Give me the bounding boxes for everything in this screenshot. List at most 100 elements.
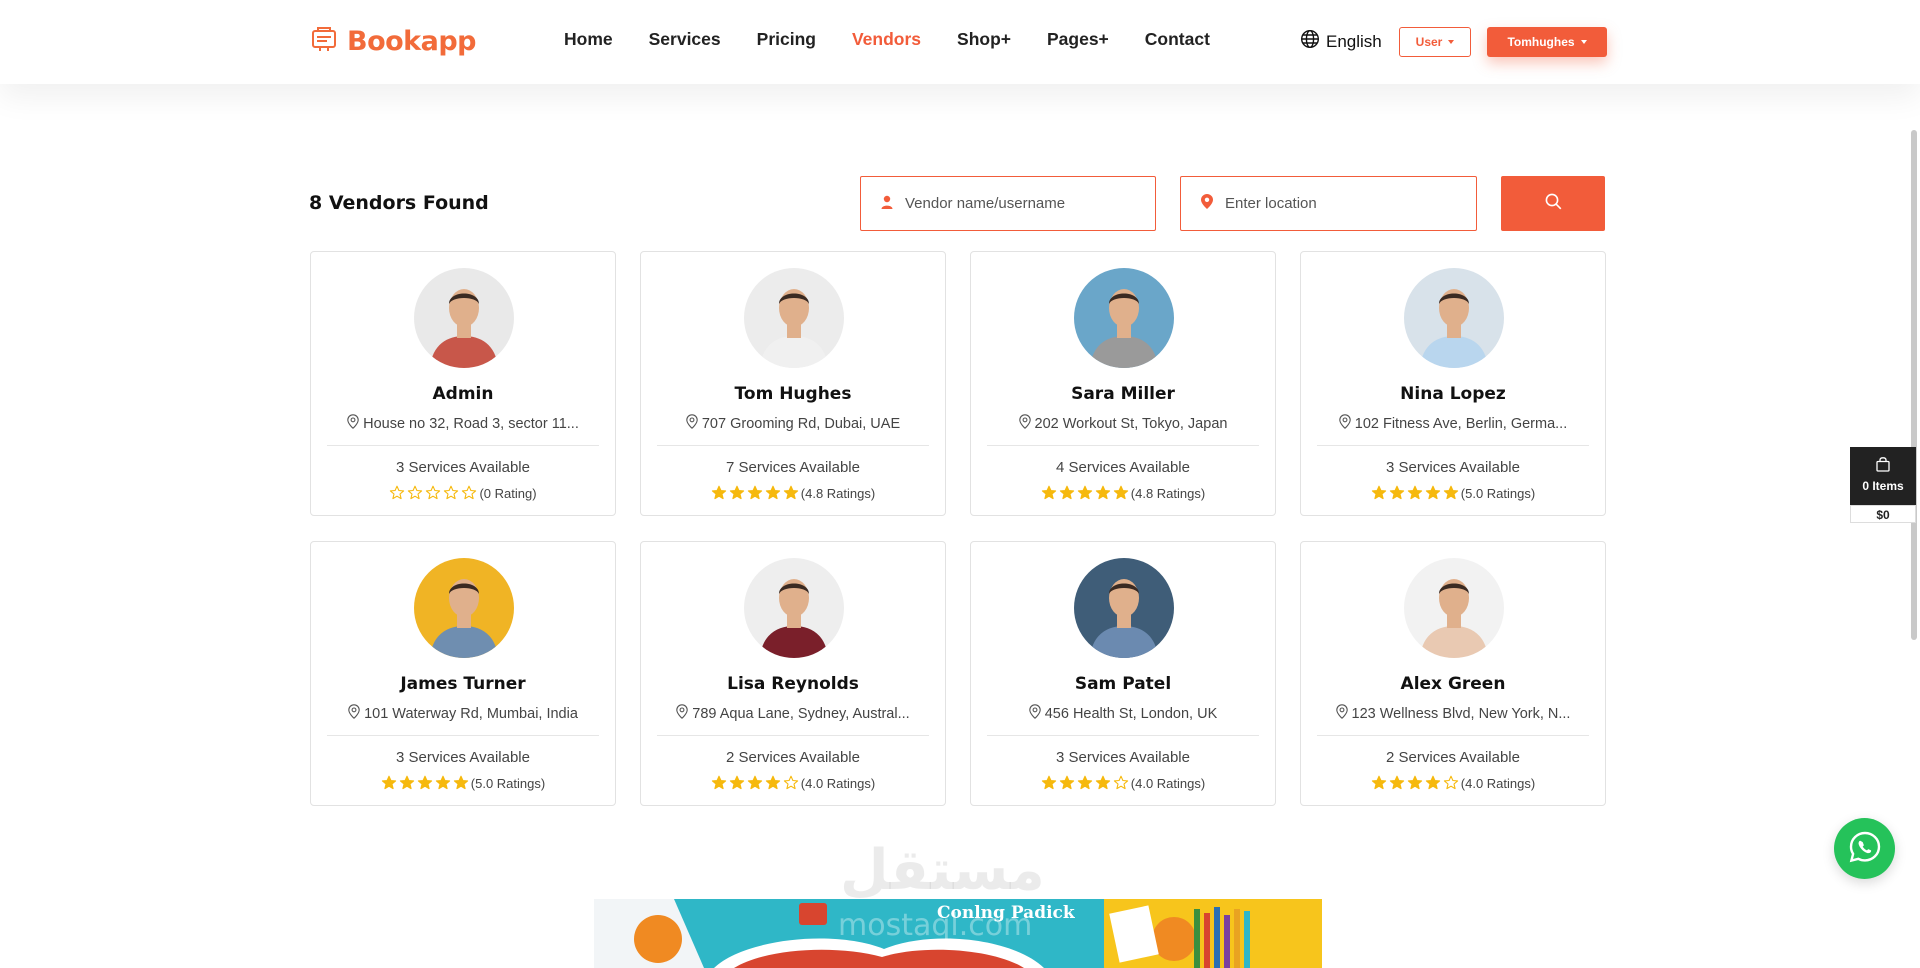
vendor-rating: (5.0 Ratings) (311, 775, 615, 791)
caret-down-icon (1448, 40, 1455, 44)
vendor-card[interactable]: Sam Patel 456 Health St, London, UK 3 Serv… (970, 541, 1276, 806)
map-pin-icon (1028, 704, 1041, 723)
vendor-rating-label: (4.0 Ratings) (1130, 775, 1206, 791)
star-filled-icon (711, 485, 727, 501)
site-header: Bookapp Home Services Pricing Vendors Sh… (0, 0, 1920, 84)
location-input[interactable] (1225, 195, 1445, 212)
vendor-name[interactable]: Admin (311, 384, 615, 404)
map-pin-icon (348, 704, 360, 723)
star-filled-icon (1371, 775, 1387, 791)
star-filled-icon (1059, 485, 1075, 501)
map-pin-icon (676, 704, 689, 723)
vendor-rating-label: (4.0 Ratings) (1460, 775, 1536, 791)
vendor-name[interactable]: Alex Green (1301, 674, 1605, 694)
vendor-card[interactable]: Nina Lopez 102 Fitness Ave, Berlin, Germa… (1300, 251, 1606, 516)
nav-pricing[interactable]: Pricing (757, 29, 816, 50)
vendor-name[interactable]: Nina Lopez (1301, 384, 1605, 404)
vendor-name[interactable]: Tom Hughes (641, 384, 945, 404)
vendor-address: 202 Workout St, Tokyo, Japan (991, 414, 1255, 433)
vendor-address-text: 123 Wellness Blvd, New York, N... (1351, 705, 1571, 722)
search-icon (1545, 193, 1562, 214)
vendor-address: 101 Waterway Rd, Mumbai, India (331, 704, 595, 723)
vendor-name[interactable]: Lisa Reynolds (641, 674, 945, 694)
main-nav: Home Services Pricing Vendors Shop+ Page… (564, 29, 1210, 50)
star-filled-icon (1041, 775, 1057, 791)
brand-logo[interactable]: Bookapp (309, 24, 477, 58)
vendor-address-text: 707 Grooming Rd, Dubai, UAE (701, 415, 901, 432)
vendor-services-count: 4 Services Available (1056, 459, 1190, 476)
vendor-name[interactable]: Sam Patel (971, 674, 1275, 694)
vendor-card[interactable]: Admin House no 32, Road 3, sector 11... 3 … (310, 251, 616, 516)
vendor-card[interactable]: Tom Hughes 707 Grooming Rd, Dubai, UAE 7 S… (640, 251, 946, 516)
star-filled-icon (783, 485, 799, 501)
whatsapp-chat-button[interactable] (1834, 818, 1895, 879)
nav-shop[interactable]: Shop+ (957, 29, 1011, 50)
vendor-avatar[interactable] (744, 268, 844, 368)
vendor-card[interactable]: Lisa Reynolds 789 Aqua Lane, Sydney, Aust… (640, 541, 946, 806)
star-filled-icon (765, 485, 781, 501)
caret-down-icon (1580, 40, 1587, 44)
vendor-avatar[interactable] (744, 558, 844, 658)
vendor-avatar[interactable] (414, 558, 514, 658)
search-button[interactable] (1501, 176, 1605, 231)
vendor-avatar[interactable] (1404, 558, 1504, 658)
vendor-card[interactable]: Sara Miller 202 Workout St, Tokyo, Japan 4… (970, 251, 1276, 516)
star-outline-icon (1113, 775, 1129, 791)
vendor-grid: Admin House no 32, Road 3, sector 11... 3 … (310, 251, 1606, 806)
vendor-avatar[interactable] (1074, 558, 1174, 658)
vendor-card[interactable]: Alex Green 123 Wellness Blvd, New York, N… (1300, 541, 1606, 806)
star-filled-icon (435, 775, 451, 791)
star-filled-icon (1407, 485, 1423, 501)
card-divider (1317, 735, 1589, 736)
language-selector[interactable]: English (1300, 29, 1382, 54)
cart-total: $0 (1850, 505, 1916, 523)
star-filled-icon (711, 775, 727, 791)
star-filled-icon (1095, 485, 1111, 501)
nav-contact[interactable]: Contact (1145, 29, 1210, 50)
results-count: 8 Vendors Found (309, 192, 489, 214)
star-filled-icon (399, 775, 415, 791)
user-dropdown-button[interactable]: User (1399, 27, 1471, 57)
vendor-name[interactable]: James Turner (311, 674, 615, 694)
nav-services[interactable]: Services (649, 29, 721, 50)
vendor-avatar[interactable] (1074, 268, 1174, 368)
vendor-rating: (0 Rating) (311, 485, 615, 501)
vendor-rating: (4.0 Ratings) (971, 775, 1275, 791)
star-filled-icon (1407, 775, 1423, 791)
card-divider (1317, 445, 1589, 446)
account-dropdown-button[interactable]: Tomhughes (1487, 27, 1607, 57)
nav-home[interactable]: Home (564, 29, 613, 50)
star-filled-icon (1077, 775, 1093, 791)
card-divider (657, 445, 929, 446)
star-filled-icon (729, 775, 745, 791)
star-filled-icon (381, 775, 397, 791)
card-divider (987, 735, 1259, 736)
vendor-name[interactable]: Sara Miller (971, 384, 1275, 404)
page-scrollbar[interactable] (1911, 130, 1917, 640)
mini-cart[interactable]: 0 Items $0 (1850, 447, 1916, 523)
card-divider (657, 735, 929, 736)
star-filled-icon (729, 485, 745, 501)
star-filled-icon (1077, 485, 1093, 501)
vendor-rating-label: (4.8 Ratings) (800, 485, 876, 501)
nav-pages[interactable]: Pages+ (1047, 29, 1109, 50)
star-outline-icon (783, 775, 799, 791)
vendor-name-field[interactable] (860, 176, 1156, 231)
vendor-address: 123 Wellness Blvd, New York, N... (1321, 704, 1585, 723)
vendor-card[interactable]: James Turner 101 Waterway Rd, Mumbai, Ind… (310, 541, 616, 806)
watermark-logo: مستقل (840, 838, 1045, 903)
star-filled-icon (765, 775, 781, 791)
nav-vendors[interactable]: Vendors (852, 29, 921, 50)
vendor-name-input[interactable] (905, 195, 1125, 212)
location-field[interactable] (1180, 176, 1477, 231)
star-filled-icon (747, 485, 763, 501)
vendor-services-count: 7 Services Available (726, 459, 860, 476)
vendor-avatar[interactable] (1404, 268, 1504, 368)
star-filled-icon (1389, 485, 1405, 501)
cart-items-count: 0 Items (1862, 479, 1904, 493)
vendor-services-count: 3 Services Available (396, 749, 530, 766)
card-divider (327, 445, 599, 446)
vendor-avatar[interactable] (414, 268, 514, 368)
vendor-services-count: 3 Services Available (396, 459, 530, 476)
vendor-address-text: 789 Aqua Lane, Sydney, Austral... (692, 705, 910, 722)
